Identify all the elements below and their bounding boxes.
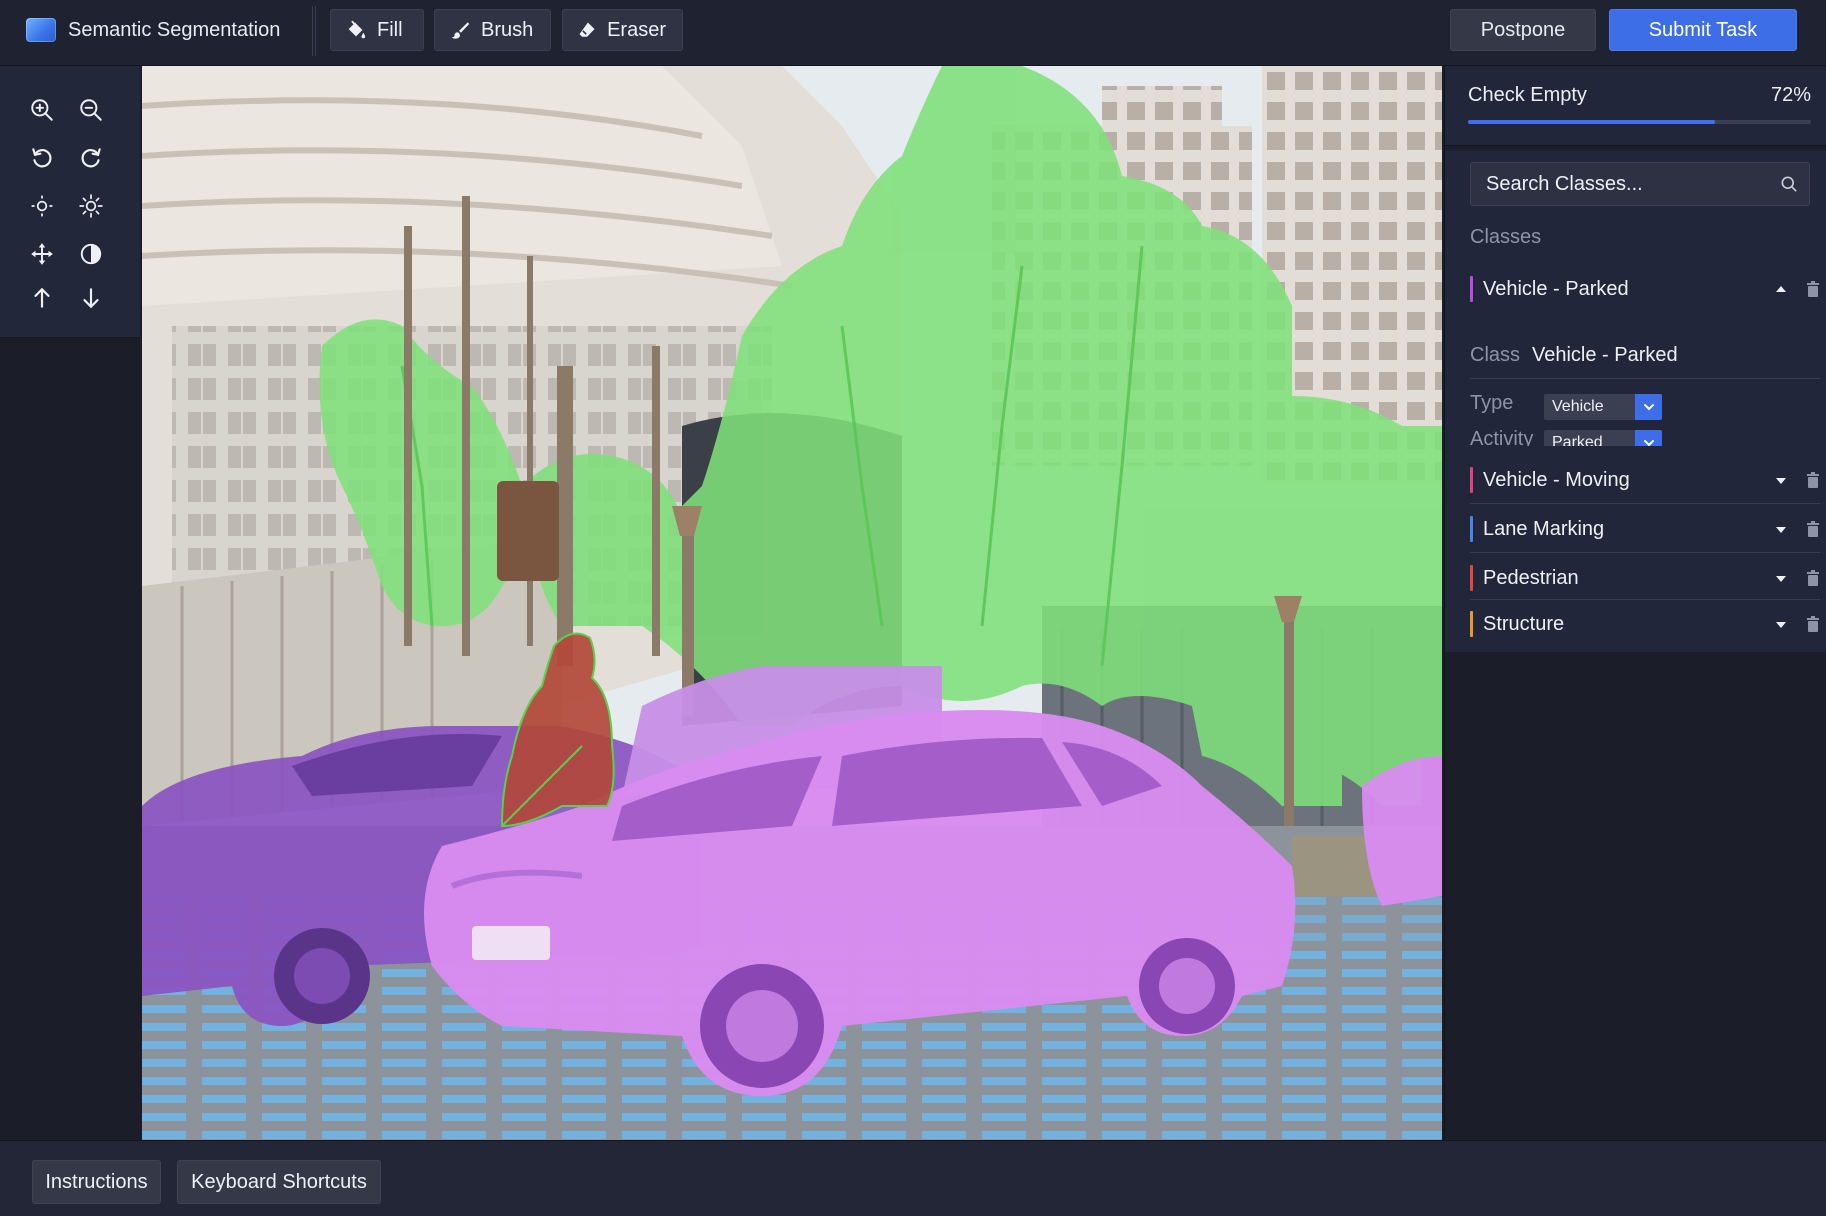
- brightness-up-icon[interactable]: [73, 188, 109, 224]
- row-divider: [1470, 552, 1820, 553]
- toolbar-divider: [312, 6, 316, 56]
- zoom-out-icon[interactable]: [73, 92, 109, 128]
- detail-class-label: Class: [1470, 344, 1521, 366]
- progress-label: Check Empty: [1468, 84, 1587, 106]
- chevron-down-icon[interactable]: [1774, 473, 1788, 487]
- class-item-label: Vehicle - Moving: [1483, 468, 1630, 491]
- app-title: Semantic Segmentation: [68, 18, 281, 41]
- check-empty-progress: Check Empty 72%: [1445, 66, 1826, 146]
- classes-heading: Classes: [1470, 226, 1542, 248]
- chevron-up-icon[interactable]: [1774, 282, 1788, 296]
- class-item-vehicle-moving[interactable]: Vehicle - Moving: [1470, 459, 1820, 501]
- collapsed-classes: Vehicle - Moving Lane Marking Pedestrian…: [1445, 446, 1826, 652]
- bottom-bar: Instructions Keyboard Shortcuts: [0, 1140, 1826, 1216]
- fill-button[interactable]: Fill: [330, 9, 424, 51]
- class-item-label: Vehicle - Parked: [1483, 277, 1629, 300]
- postpone-button[interactable]: Postpone: [1450, 9, 1596, 51]
- search-icon[interactable]: [1779, 174, 1799, 194]
- trash-icon[interactable]: [1806, 472, 1820, 488]
- class-item-label: Structure: [1483, 612, 1565, 635]
- class-item-label: Pedestrian: [1483, 566, 1579, 589]
- brush-icon: [451, 22, 470, 39]
- trash-icon[interactable]: [1806, 616, 1820, 632]
- fill-bucket-icon: [348, 20, 366, 39]
- chevron-down-icon[interactable]: [1774, 522, 1788, 536]
- rotate-left-icon[interactable]: [24, 140, 60, 176]
- app-logo-icon: [26, 18, 56, 42]
- progress-track: [1468, 120, 1811, 124]
- class-color-swatch: [1470, 276, 1473, 302]
- progress-fill: [1468, 120, 1715, 124]
- eraser-button[interactable]: Eraser: [562, 9, 683, 51]
- arrow-up-icon[interactable]: [24, 280, 60, 316]
- type-select-value: Vehicle: [1552, 398, 1604, 415]
- right-panel: Check Empty 72% Classes Vehicle - Parked…: [1444, 66, 1826, 1140]
- class-item-label: Lane Marking: [1483, 517, 1605, 540]
- type-label: Type: [1470, 392, 1514, 414]
- trash-icon[interactable]: [1806, 281, 1820, 297]
- class-color-swatch: [1470, 565, 1473, 591]
- contrast-icon[interactable]: [73, 236, 109, 272]
- chevron-down-icon[interactable]: [1635, 394, 1662, 420]
- trash-icon[interactable]: [1806, 570, 1820, 586]
- view-toolbox: [0, 66, 140, 338]
- progress-value: 72%: [1770, 84, 1811, 106]
- class-item-lane-marking[interactable]: Lane Marking: [1470, 508, 1820, 550]
- detail-divider: [1470, 378, 1820, 379]
- keyboard-shortcuts-button[interactable]: Keyboard Shortcuts: [177, 1160, 381, 1204]
- search-classes-box[interactable]: [1470, 162, 1810, 206]
- eraser-icon: [579, 22, 595, 37]
- row-divider: [1470, 599, 1820, 600]
- eraser-button-label: Eraser: [607, 18, 666, 41]
- chevron-down-icon[interactable]: [1774, 571, 1788, 585]
- brush-button-label: Brush: [481, 18, 534, 41]
- fill-button-label: Fill: [377, 18, 403, 41]
- zoom-in-icon[interactable]: [24, 92, 60, 128]
- brightness-down-icon[interactable]: [24, 188, 60, 224]
- instructions-button[interactable]: Instructions: [32, 1160, 161, 1204]
- arrow-down-icon[interactable]: [73, 280, 109, 316]
- trash-icon[interactable]: [1806, 521, 1820, 537]
- rotate-right-icon[interactable]: [73, 140, 109, 176]
- class-color-swatch: [1470, 516, 1473, 542]
- class-color-swatch: [1470, 467, 1473, 493]
- annotation-canvas[interactable]: [142, 66, 1442, 1140]
- class-item-vehicle-parked[interactable]: Vehicle - Parked: [1470, 268, 1820, 310]
- class-color-swatch: [1470, 611, 1473, 637]
- class-item-structure[interactable]: Structure: [1470, 603, 1820, 645]
- brush-button[interactable]: Brush: [434, 9, 551, 51]
- detail-class-value: Vehicle - Parked: [1532, 344, 1678, 366]
- move-icon[interactable]: [24, 236, 60, 272]
- top-toolbar: Semantic Segmentation Fill Brush Eraser …: [0, 0, 1826, 66]
- app-brand: Semantic Segmentation: [26, 16, 280, 44]
- segmentation-image[interactable]: [142, 66, 1442, 1140]
- search-classes-input[interactable]: [1471, 163, 1771, 205]
- row-divider: [1470, 503, 1820, 504]
- class-item-pedestrian[interactable]: Pedestrian: [1470, 557, 1820, 599]
- type-select[interactable]: Vehicle: [1544, 394, 1662, 420]
- chevron-down-icon[interactable]: [1774, 617, 1788, 631]
- submit-task-button[interactable]: Submit Task: [1609, 9, 1797, 51]
